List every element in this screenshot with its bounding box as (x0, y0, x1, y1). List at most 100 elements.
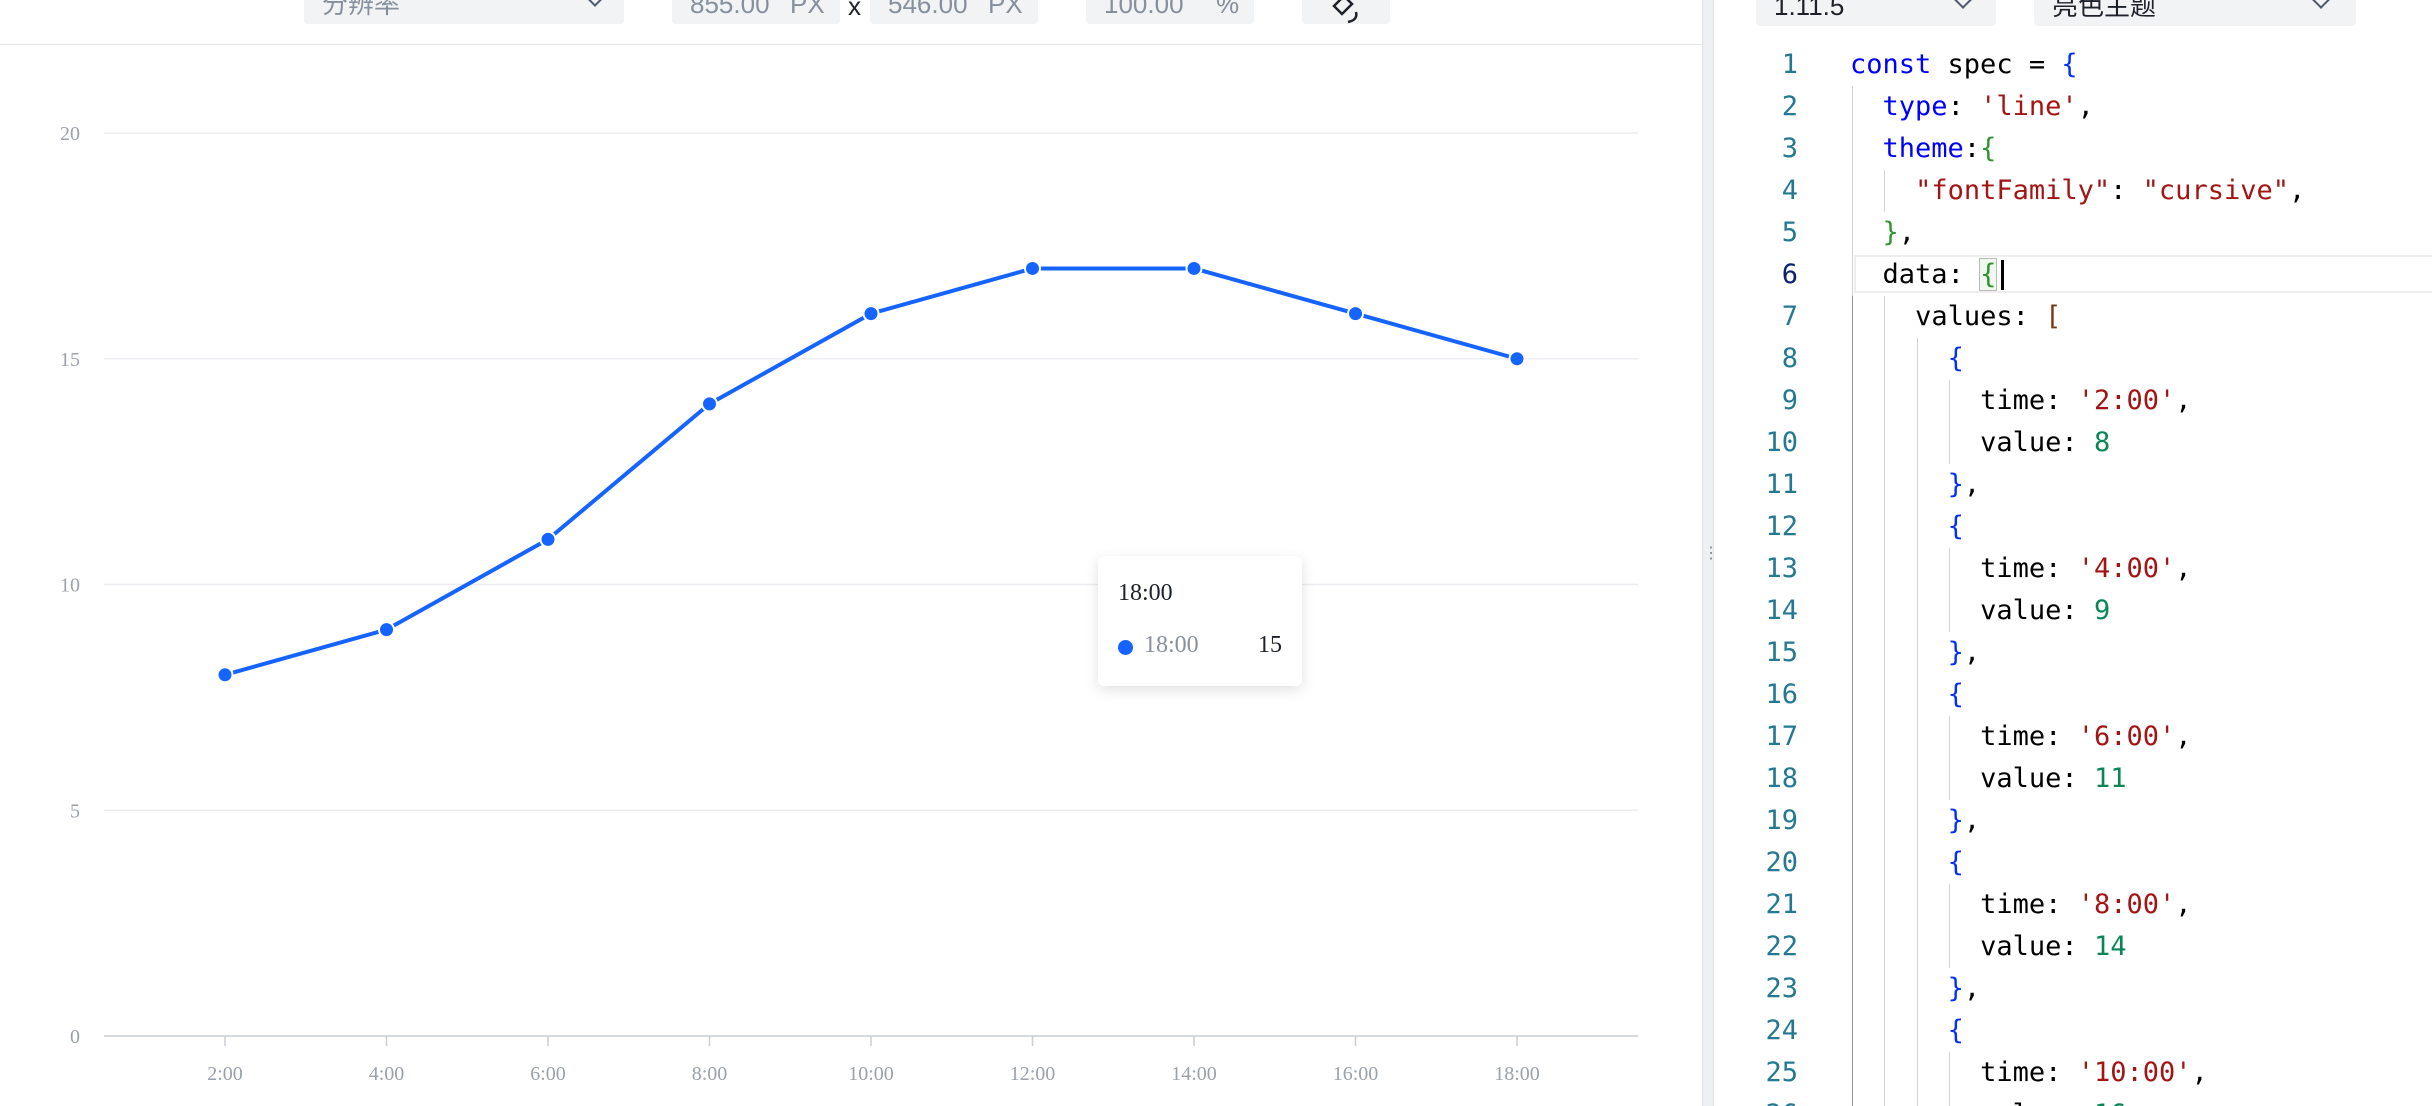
code-line[interactable]: 26 value: 16 (1714, 1094, 2432, 1106)
x-tick-label: 6:00 (530, 1063, 566, 1085)
code-text: }, (1947, 973, 1981, 1004)
x-tick-label: 14:00 (1171, 1063, 1217, 1085)
data-point (1024, 259, 1041, 277)
line-chart[interactable]: 0 5 10 15 20 2:00 4:00 6:00 8:00 10:00 12:00 14:00… (0, 44, 1702, 1106)
rotate-button[interactable] (1302, 0, 1390, 24)
width-input[interactable]: 855.00 PX (672, 0, 840, 24)
y-tick-label: 10 (60, 575, 80, 597)
tooltip-title: 18:00 (1118, 580, 1173, 606)
line-number: 13 (1765, 553, 1798, 584)
line-number: 20 (1765, 847, 1798, 878)
code-text: }, (1947, 805, 1981, 836)
x-tick-label: 2:00 (207, 1063, 243, 1085)
code-line[interactable]: 5 }, (1714, 212, 2432, 254)
code-text: { (1947, 679, 1964, 710)
code-line[interactable]: 4 "fontFamily": "cursive", (1714, 170, 2432, 212)
y-tick-label: 5 (70, 800, 80, 822)
code-text: type: 'line', (1882, 91, 2094, 122)
line-number: 23 (1765, 973, 1798, 1004)
code-line[interactable]: 8 { (1714, 338, 2432, 380)
code-line[interactable]: 17 time: '6:00', (1714, 716, 2432, 758)
zoom-value: 100.00 (1104, 0, 1184, 19)
tooltip-value: 15 (1258, 632, 1282, 658)
line-number: 7 (1781, 301, 1798, 332)
code-line[interactable]: 2 type: 'line', (1714, 86, 2432, 128)
code-line[interactable]: 14 value: 9 (1714, 590, 2432, 632)
data-point (1508, 350, 1526, 368)
code-line[interactable]: 24 { (1714, 1010, 2432, 1052)
code-text: value: 14 (1980, 931, 2127, 962)
code-line[interactable]: 25 time: '10:00', (1714, 1052, 2432, 1094)
line-number: 21 (1765, 889, 1798, 920)
resolution-select[interactable]: 分辨率 (304, 0, 624, 24)
code-text: time: '4:00', (1980, 553, 2192, 584)
version-select[interactable]: 1.11.5 (1756, 0, 1996, 26)
code-line[interactable]: 21 time: '8:00', (1714, 884, 2432, 926)
code-line[interactable]: 22 value: 14 (1714, 926, 2432, 968)
x-tick-label: 4:00 (369, 1063, 405, 1085)
code-text: value: 8 (1980, 427, 2111, 458)
data-point (378, 621, 395, 639)
x-tick-label: 12:00 (1010, 1063, 1056, 1085)
code-line[interactable]: 23 }, (1714, 968, 2432, 1010)
x-tick-label: 18:00 (1494, 1063, 1540, 1085)
code-text: value: 11 (1980, 763, 2127, 794)
width-value: 855.00 (690, 0, 770, 19)
dimension-separator: x (848, 0, 861, 21)
data-point (862, 305, 880, 323)
height-input[interactable]: 546.00 PX (870, 0, 1038, 24)
chart-tooltip: 18:00 18:00 15 (1098, 556, 1302, 686)
code-line[interactable]: 1 const spec = { (1714, 44, 2432, 86)
y-tick-label: 20 (60, 123, 80, 145)
code-text: time: '2:00', (1980, 385, 2192, 416)
line-number: 25 (1765, 1057, 1798, 1088)
code-line[interactable]: 3 theme:{ (1714, 128, 2432, 170)
drag-handle-icon[interactable]: ⋮⋮ (1703, 542, 1735, 566)
code-line[interactable]: 15 }, (1714, 632, 2432, 674)
chevron-down-icon (2311, 0, 2331, 9)
data-point (1185, 259, 1203, 277)
line-number: 18 (1765, 763, 1798, 794)
preview-toolbar: 分辨率 855.00 PX x 546.00 PX 100.00 % (0, 0, 1702, 45)
line-number: 26 (1714, 1094, 1798, 1106)
code-text: { (1947, 1015, 1964, 1046)
pane-splitter[interactable]: ⋮⋮ (1702, 0, 1735, 1106)
y-tick-label: 0 (70, 1026, 80, 1048)
code-line[interactable]: 12 { (1714, 506, 2432, 548)
code-text: value: 16 (1850, 1094, 2126, 1106)
code-line[interactable]: 18 value: 11 (1714, 758, 2432, 800)
line-number: 11 (1765, 469, 1798, 500)
code-text: }, (1947, 637, 1981, 668)
zoom-input[interactable]: 100.00 % (1086, 0, 1254, 24)
chevron-down-icon (1953, 0, 1973, 9)
chevron-down-icon (585, 0, 605, 7)
text-cursor (2001, 260, 2004, 290)
y-tick-label: 15 (60, 349, 80, 371)
height-unit: PX (988, 0, 1023, 19)
series-line (224, 266, 1518, 677)
line-number: 16 (1765, 679, 1798, 710)
line-number: 24 (1765, 1015, 1798, 1046)
code-line[interactable]: 20 { (1714, 842, 2432, 884)
code-line[interactable]: 6 data: { (1714, 254, 2432, 296)
data-point (539, 530, 557, 548)
theme-select[interactable]: 亮色主题 (2034, 0, 2356, 26)
resolution-select-label: 分辨率 (322, 0, 401, 19)
x-tick-label: 16:00 (1333, 1063, 1379, 1085)
code-line[interactable]: 13 time: '4:00', (1714, 548, 2432, 590)
code-text: }, (1947, 469, 1981, 500)
code-text: { (1947, 343, 1964, 374)
code-line[interactable]: 19 }, (1714, 800, 2432, 842)
code-line[interactable]: 7 values: [ (1714, 296, 2432, 338)
code-text: const spec = { (1850, 49, 2078, 80)
code-line[interactable]: 11 }, (1714, 464, 2432, 506)
code-line[interactable]: 16 { (1714, 674, 2432, 716)
line-number: 8 (1781, 343, 1798, 374)
code-line[interactable]: 9 time: '2:00', (1714, 380, 2432, 422)
code-text: "fontFamily": "cursive", (1915, 175, 2306, 206)
code-text: time: '8:00', (1980, 889, 2192, 920)
line-number: 1 (1781, 49, 1798, 80)
line-number: 17 (1765, 721, 1798, 752)
code-line[interactable]: 10 value: 8 (1714, 422, 2432, 464)
line-number: 10 (1765, 427, 1798, 458)
